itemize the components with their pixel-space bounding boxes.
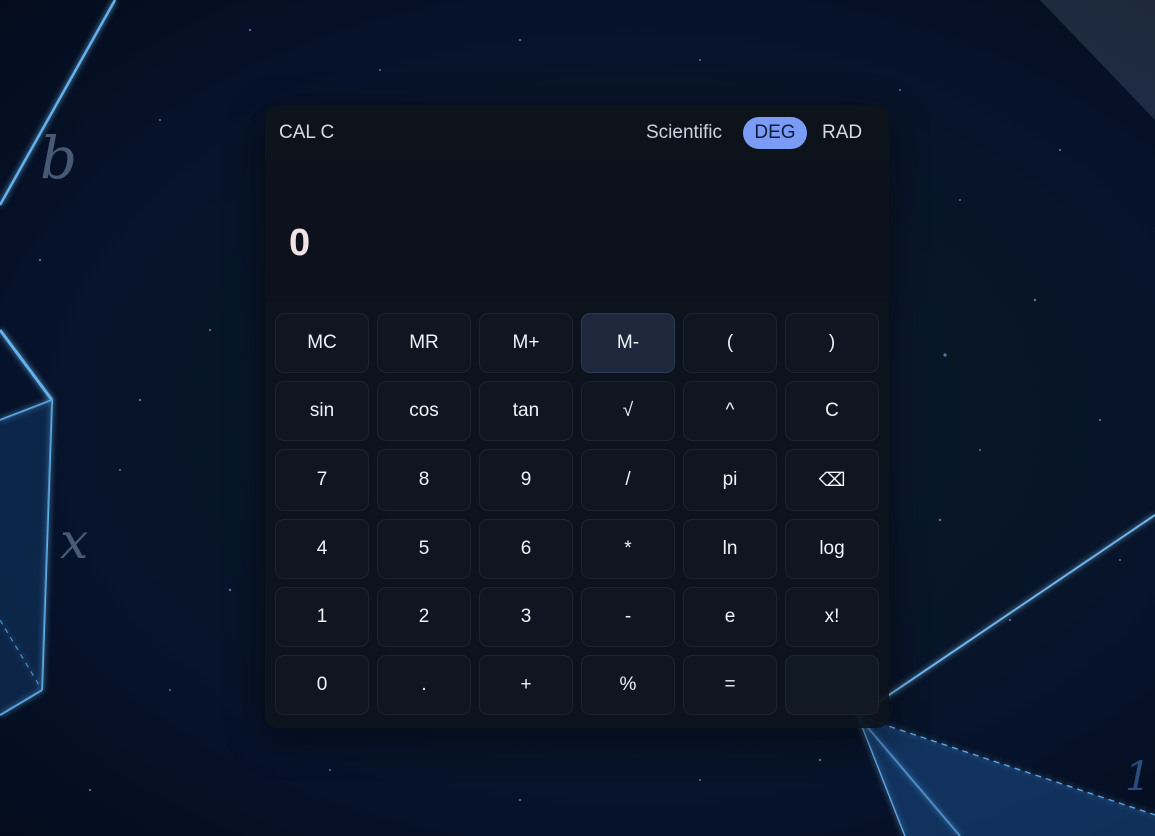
close-paren-button[interactable]: )	[785, 313, 879, 373]
decimal-button[interactable]: .	[377, 655, 471, 715]
background-symbol-b: b	[40, 124, 77, 192]
mode-label: Scientific	[646, 122, 723, 143]
calculator-panel: CAL C Scientific DEG RAD 0 MC MR M+ M- (…	[265, 106, 889, 728]
clear-button[interactable]: C	[785, 381, 879, 441]
digit-5-button[interactable]: 5	[377, 519, 471, 579]
digit-3-button[interactable]: 3	[479, 587, 573, 647]
memory-clear-button[interactable]: MC	[275, 313, 369, 373]
digit-8-button[interactable]: 8	[377, 449, 471, 511]
digit-7-button[interactable]: 7	[275, 449, 369, 511]
digit-6-button[interactable]: 6	[479, 519, 573, 579]
digit-9-button[interactable]: 9	[479, 449, 573, 511]
open-paren-button[interactable]: (	[683, 313, 777, 373]
tan-button[interactable]: tan	[479, 381, 573, 441]
sqrt-button[interactable]: √	[581, 381, 675, 441]
memory-subtract-button[interactable]: M-	[581, 313, 675, 373]
power-button[interactable]: ^	[683, 381, 777, 441]
blank-key[interactable]	[785, 655, 879, 715]
display-value: 0	[289, 222, 311, 264]
equals-button[interactable]: =	[683, 655, 777, 715]
sin-button[interactable]: sin	[275, 381, 369, 441]
add-button[interactable]: +	[479, 655, 573, 715]
app-brand: CAL C	[279, 122, 335, 143]
divide-button[interactable]: /	[581, 449, 675, 511]
background-symbol-x: x	[60, 512, 88, 570]
digit-0-button[interactable]: 0	[275, 655, 369, 715]
keypad: MC MR M+ M- ( ) sin cos tan √ ^ C 7 8 9 …	[275, 313, 880, 715]
ln-button[interactable]: ln	[683, 519, 777, 579]
display-area: 0	[265, 160, 889, 302]
subtract-button[interactable]: -	[581, 587, 675, 647]
background-symbol-17: 17	[1125, 754, 1155, 800]
digit-2-button[interactable]: 2	[377, 587, 471, 647]
memory-recall-button[interactable]: MR	[377, 313, 471, 373]
euler-button[interactable]: e	[683, 587, 777, 647]
percent-button[interactable]: %	[581, 655, 675, 715]
rad-toggle-button[interactable]: RAD	[822, 122, 862, 144]
multiply-button[interactable]: *	[581, 519, 675, 579]
digit-4-button[interactable]: 4	[275, 519, 369, 579]
digit-1-button[interactable]: 1	[275, 587, 369, 647]
cos-button[interactable]: cos	[377, 381, 471, 441]
calculator-header: CAL C Scientific DEG RAD	[265, 106, 889, 160]
pi-button[interactable]: pi	[683, 449, 777, 511]
memory-add-button[interactable]: M+	[479, 313, 573, 373]
factorial-button[interactable]: x!	[785, 587, 879, 647]
deg-toggle-button[interactable]: DEG	[743, 117, 807, 149]
backspace-button[interactable]: ⌫	[785, 449, 879, 511]
log-button[interactable]: log	[785, 519, 879, 579]
